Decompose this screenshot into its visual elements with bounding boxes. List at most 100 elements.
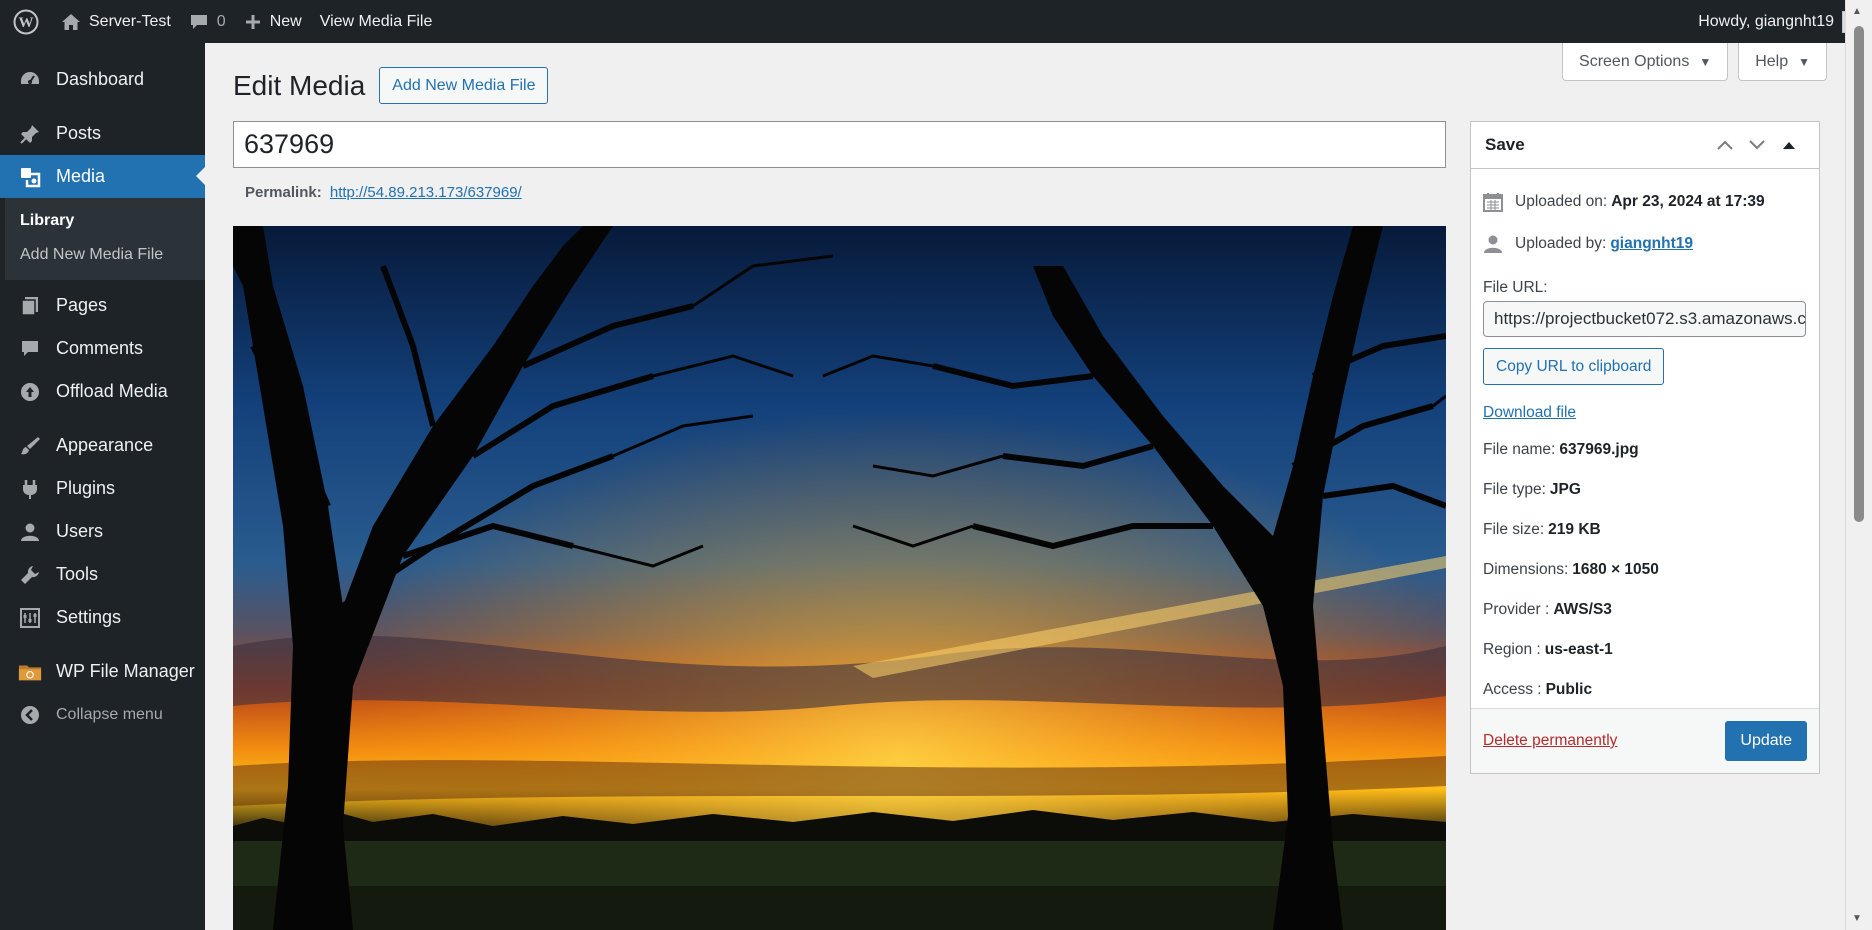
collapse-menu-label: Collapse menu <box>56 705 163 723</box>
sidebar-item-wp-file-manager[interactable]: WP File Manager <box>0 650 205 693</box>
detail-value: 637969.jpg <box>1559 441 1639 458</box>
new-label: New <box>269 12 302 30</box>
update-button[interactable]: Update <box>1725 721 1807 761</box>
site-name: Server-Test <box>89 12 171 30</box>
save-metabox-header: Save <box>1471 122 1819 169</box>
detail-label: Dimensions: <box>1483 561 1569 578</box>
screen-options-label: Screen Options <box>1579 52 1690 70</box>
sidebar-item-settings[interactable]: Settings <box>0 596 205 639</box>
detail-value: Public <box>1545 681 1593 698</box>
detail-label: File type: <box>1483 481 1546 498</box>
collapse-menu-button[interactable]: Collapse menu <box>0 693 205 736</box>
sidebar-item-users[interactable]: Users <box>0 510 205 553</box>
media-preview-image <box>233 226 1446 930</box>
add-new-media-button[interactable]: Add New Media File <box>379 67 549 104</box>
media-submenu: Library Add New Media File <box>0 198 205 280</box>
new-content-link[interactable]: New <box>235 0 311 43</box>
detail-label: Provider : <box>1483 601 1550 618</box>
uploaded-by-user-link[interactable]: giangnht19 <box>1610 235 1693 253</box>
comments-link[interactable]: 0 <box>180 0 235 43</box>
uploaded-by-label: Uploaded by: <box>1515 235 1607 252</box>
detail-label: Region : <box>1483 641 1541 658</box>
scroll-down-icon[interactable]: ▼ <box>1852 913 1862 924</box>
screen-options-toggle[interactable]: Screen Options ▼ <box>1562 43 1729 81</box>
pages-icon <box>18 294 42 318</box>
folder-icon <box>18 660 42 684</box>
sidebar-item-posts[interactable]: Posts <box>0 112 205 155</box>
delete-permanently-link[interactable]: Delete permanently <box>1483 732 1617 750</box>
sidebar-item-label: Dashboard <box>56 69 145 89</box>
uploaded-on-value: Apr 23, 2024 at 17:39 <box>1611 193 1765 210</box>
wordpress-logo-icon[interactable]: W <box>0 0 52 43</box>
detail-value: 1680 × 1050 <box>1572 561 1659 578</box>
main-content: Screen Options ▼ Help ▼ Edit Media Add N… <box>205 43 1845 930</box>
scroll-up-icon[interactable]: ▲ <box>1852 6 1862 17</box>
sidebar-item-offload-media[interactable]: Offload Media <box>0 370 205 413</box>
uploaded-by-row: Uploaded by: giangnht19 <box>1483 223 1807 265</box>
svg-text:W: W <box>19 15 34 31</box>
plus-icon <box>244 13 262 31</box>
detail-value: 219 KB <box>1548 521 1601 538</box>
sidebar-item-label: Users <box>56 521 104 541</box>
comment-icon <box>18 337 42 361</box>
page-scrollbar[interactable]: ▲ ▼ <box>1845 0 1872 930</box>
sidebar-item-label: Posts <box>56 123 102 143</box>
admin-sidebar: Dashboard Posts Media Library Add New Me… <box>0 43 205 930</box>
detail-label: Access : <box>1483 681 1542 698</box>
file-url-input[interactable]: https://projectbucket072.s3.amazonaws.co… <box>1483 301 1806 337</box>
collapse-panel-icon[interactable] <box>1773 129 1805 161</box>
sidebar-item-media[interactable]: Media <box>0 155 205 198</box>
access-row: Access : Public <box>1483 670 1807 710</box>
move-down-icon[interactable] <box>1741 129 1773 161</box>
home-icon <box>61 13 81 31</box>
submenu-library[interactable]: Library <box>0 204 205 238</box>
save-metabox-title: Save <box>1485 135 1525 154</box>
caret-down-icon: ▼ <box>1699 54 1712 69</box>
detail-label: File name: <box>1483 441 1556 458</box>
user-icon <box>18 520 42 544</box>
permalink-url-link[interactable]: http://54.89.213.173/637969/ <box>330 184 522 201</box>
plugin-icon <box>18 477 42 501</box>
page-title: Edit Media <box>233 69 366 101</box>
sidebar-item-pages[interactable]: Pages <box>0 284 205 327</box>
calendar-icon <box>1483 192 1505 212</box>
sidebar-item-appearance[interactable]: Appearance <box>0 424 205 467</box>
site-name-link[interactable]: Server-Test <box>52 0 180 43</box>
sidebar-item-dashboard[interactable]: Dashboard <box>0 58 205 101</box>
sidebar-item-tools[interactable]: Tools <box>0 553 205 596</box>
download-file-link[interactable]: Download file <box>1483 404 1807 422</box>
sidebar-item-label: Media <box>56 166 106 186</box>
sidebar-item-label: Appearance <box>56 435 154 455</box>
page-header: Edit Media Add New Media File <box>233 67 549 104</box>
provider-row: Provider : AWS/S3 <box>1483 590 1807 630</box>
detail-label: File size: <box>1483 521 1545 538</box>
sidebar-item-comments[interactable]: Comments <box>0 327 205 370</box>
uploaded-on-row: Uploaded on: Apr 23, 2024 at 17:39 <box>1483 181 1807 223</box>
scrollbar-thumb[interactable] <box>1854 26 1864 522</box>
detail-value: us-east-1 <box>1544 641 1613 658</box>
sidebar-item-label: Plugins <box>56 478 116 498</box>
dimensions-row: Dimensions: 1680 × 1050 <box>1483 550 1807 590</box>
copy-url-button[interactable]: Copy URL to clipboard <box>1483 348 1665 385</box>
title-input[interactable]: 637969 <box>233 121 1446 168</box>
wrench-icon <box>18 563 42 587</box>
comments-count: 0 <box>216 12 226 30</box>
settings-icon <box>18 606 42 630</box>
file-url-label: File URL: <box>1483 279 1548 296</box>
sidebar-item-plugins[interactable]: Plugins <box>0 467 205 510</box>
user-icon <box>1483 234 1505 254</box>
view-media-link[interactable]: View Media File <box>311 0 442 43</box>
detail-value: JPG <box>1549 481 1581 498</box>
collapse-arrow-icon <box>18 703 42 727</box>
file-type-row: File type: JPG <box>1483 470 1807 510</box>
sidebar-item-label: Offload Media <box>56 381 168 401</box>
submenu-add-new-media-file[interactable]: Add New Media File <box>0 238 205 272</box>
file-name-row: File name: 637969.jpg <box>1483 430 1807 470</box>
caret-down-icon: ▼ <box>1798 54 1810 69</box>
sidebar-item-label: Tools <box>56 564 99 584</box>
howdy-text: Howdy, giangnht19 <box>1698 12 1834 30</box>
move-up-icon[interactable] <box>1709 129 1741 161</box>
help-toggle[interactable]: Help ▼ <box>1738 43 1827 81</box>
dashboard-icon <box>18 68 42 92</box>
permalink-label: Permalink: <box>245 184 322 201</box>
